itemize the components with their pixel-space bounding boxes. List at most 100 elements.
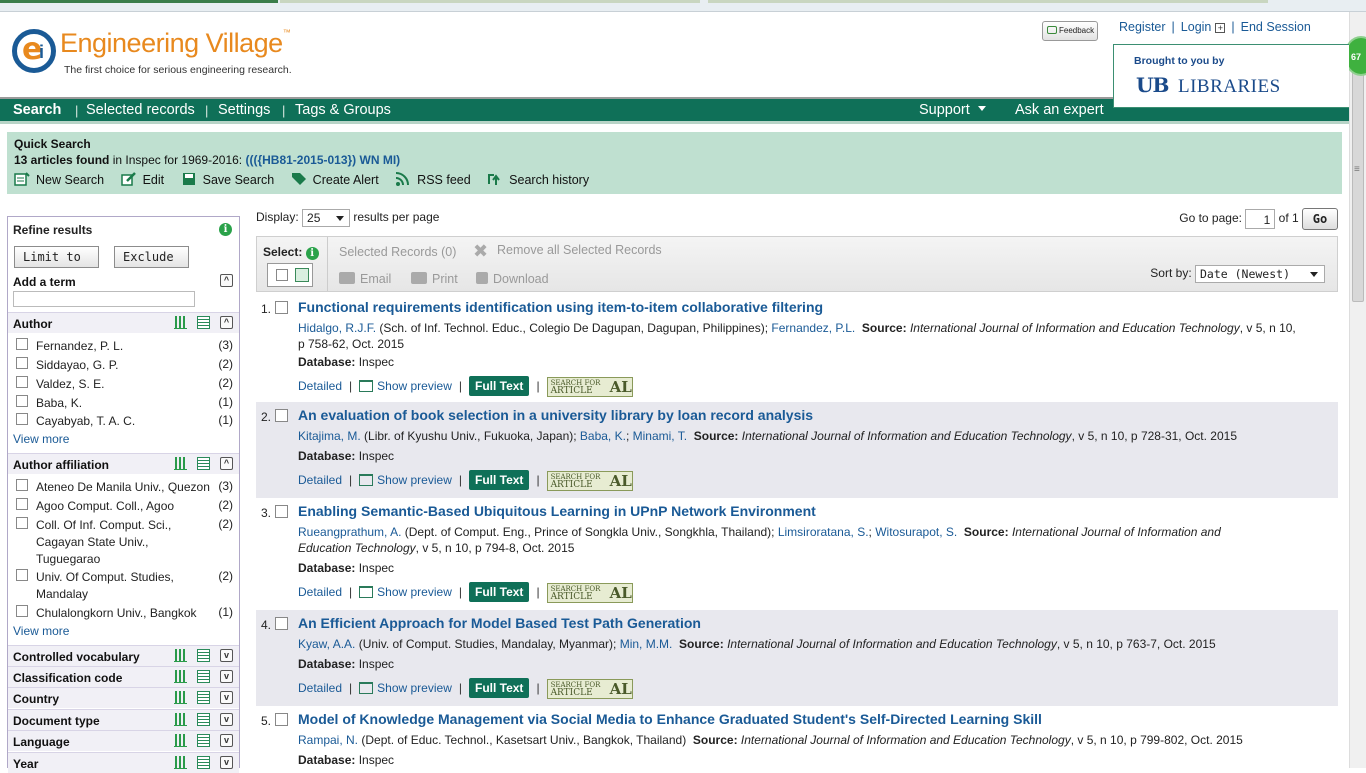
bar-chart-icon[interactable] — [174, 316, 187, 329]
facet-checkbox[interactable] — [16, 376, 28, 388]
bar-chart-icon[interactable] — [174, 734, 187, 747]
detailed-link[interactable]: Detailed — [298, 681, 342, 695]
remove-all-button[interactable]: ✖ Remove all Selected Records — [473, 242, 662, 261]
selected-records-count[interactable]: Selected Records (0) — [339, 245, 456, 259]
author-facet-header[interactable]: Author ^ — [8, 312, 239, 333]
detailed-link[interactable]: Detailed — [298, 379, 342, 393]
search-for-article-button[interactable]: SEARCH FOR ARTICLE AL — [546, 582, 633, 603]
show-preview-link[interactable]: Show preview — [359, 473, 452, 487]
facet-checkbox[interactable] — [16, 338, 28, 350]
expand-icon[interactable]: v — [220, 756, 233, 769]
table-export-icon[interactable] — [197, 713, 210, 726]
print-button[interactable]: Print — [411, 272, 458, 286]
search-for-article-button[interactable]: SEARCH FOR ARTICLE AL — [546, 678, 633, 699]
author-link[interactable]: Minami, T. — [633, 429, 687, 443]
register-link[interactable]: Register — [1119, 20, 1166, 34]
exclude-button[interactable]: Exclude — [114, 246, 189, 268]
facet-checkbox[interactable] — [16, 395, 28, 407]
record-checkbox[interactable] — [275, 713, 288, 726]
search-query-link[interactable]: ((({HB81-2015-013}) WN MI) — [245, 153, 400, 167]
download-button[interactable]: Download — [476, 272, 549, 286]
login-expand-icon[interactable]: + — [1215, 23, 1226, 33]
full-text-button[interactable]: Full Text — [468, 582, 530, 602]
facet-checkbox[interactable] — [16, 357, 28, 369]
add-term-input[interactable] — [13, 291, 195, 307]
collapse-icon[interactable]: ^ — [220, 457, 233, 470]
search-for-article-button[interactable]: SEARCH FOR ARTICLE AL — [546, 470, 633, 491]
expand-icon[interactable]: v — [220, 713, 233, 726]
bar-chart-icon[interactable] — [174, 649, 187, 662]
create-alert-button[interactable]: Create Alert — [291, 172, 379, 187]
author-view-more-link[interactable]: View more — [13, 432, 69, 446]
results-per-page-select[interactable]: 25 — [302, 209, 351, 227]
expand-icon[interactable]: v — [220, 649, 233, 662]
author-link[interactable]: Limsiroratana, S. — [778, 525, 869, 539]
record-title-link[interactable]: An evaluation of book selection in a uni… — [298, 407, 813, 423]
nav-support[interactable]: Support — [919, 102, 986, 118]
full-text-button[interactable]: Full Text — [468, 678, 530, 698]
record-checkbox[interactable] — [275, 409, 288, 422]
affiliation-view-more-link[interactable]: View more — [13, 624, 69, 638]
table-export-icon[interactable] — [197, 670, 210, 683]
table-export-icon[interactable] — [197, 734, 210, 747]
year-facet-header[interactable]: Year v — [8, 752, 239, 773]
controlled-vocabulary-facet-header[interactable]: Controlled vocabulary v — [8, 645, 239, 666]
record-checkbox[interactable] — [275, 505, 288, 518]
select-all-checkbox[interactable] — [276, 269, 288, 281]
nav-search[interactable]: Search — [13, 102, 61, 118]
author-link[interactable]: Min, M.M. — [620, 637, 673, 651]
facet-checkbox[interactable] — [16, 413, 28, 425]
table-export-icon[interactable] — [197, 691, 210, 704]
facet-checkbox[interactable] — [16, 479, 28, 491]
new-search-button[interactable]: New Search — [14, 172, 104, 187]
full-text-button[interactable]: Full Text — [468, 470, 530, 490]
show-preview-link[interactable]: Show preview — [359, 585, 452, 599]
search-history-button[interactable]: Search history — [487, 172, 589, 187]
facet-checkbox[interactable] — [16, 605, 28, 617]
chevron-down-icon[interactable] — [295, 268, 309, 282]
limit-to-button[interactable]: Limit to — [14, 246, 99, 268]
ei-logo-icon[interactable]: ei — [12, 29, 56, 73]
facet-checkbox[interactable] — [16, 517, 28, 529]
nav-tags-groups[interactable]: Tags & Groups — [295, 102, 391, 118]
author-link[interactable]: Witosurapot, S. — [875, 525, 957, 539]
end-session-link[interactable]: End Session — [1241, 20, 1311, 34]
bar-chart-icon[interactable] — [174, 670, 187, 683]
collapse-icon[interactable]: ^ — [220, 316, 233, 329]
table-export-icon[interactable] — [197, 756, 210, 769]
table-export-icon[interactable] — [197, 316, 210, 329]
full-text-button[interactable]: Full Text — [468, 376, 530, 396]
sort-select[interactable]: Date (Newest) — [1195, 265, 1325, 283]
select-all-control[interactable] — [267, 263, 313, 287]
author-link[interactable]: Baba, K. — [580, 429, 626, 443]
nav-ask-expert[interactable]: Ask an expert — [1015, 102, 1104, 118]
info-icon[interactable]: i — [219, 223, 232, 236]
page-number-input[interactable]: 1 — [1245, 209, 1276, 229]
page-scrollbar[interactable]: ≡ — [1349, 12, 1366, 768]
bar-chart-icon[interactable] — [174, 713, 187, 726]
detailed-link[interactable]: Detailed — [298, 473, 342, 487]
site-logo[interactable]: Engineering Village™ — [60, 28, 291, 59]
nav-settings[interactable]: Settings — [218, 102, 270, 118]
expand-icon[interactable]: v — [220, 691, 233, 704]
document-type-facet-header[interactable]: Document type v — [8, 709, 239, 730]
nav-selected-records[interactable]: Selected records — [86, 102, 195, 118]
author-link[interactable]: Rampai, N. — [298, 733, 358, 747]
record-title-link[interactable]: Functional requirements identification u… — [298, 299, 823, 315]
expand-icon[interactable]: v — [220, 670, 233, 683]
language-facet-header[interactable]: Language v — [8, 730, 239, 751]
email-button[interactable]: Email — [339, 272, 391, 286]
record-checkbox[interactable] — [275, 617, 288, 630]
save-search-button[interactable]: Save Search — [181, 172, 274, 187]
classification-code-facet-header[interactable]: Classification code v — [8, 666, 239, 687]
record-title-link[interactable]: Enabling Semantic-Based Ubiquitous Learn… — [298, 503, 816, 519]
bar-chart-icon[interactable] — [174, 756, 187, 769]
author-link[interactable]: Hidalgo, R.J.F. — [298, 321, 376, 335]
author-link[interactable]: Kyaw, A.A. — [298, 637, 355, 651]
record-title-link[interactable]: An Efficient Approach for Model Based Te… — [298, 615, 701, 631]
show-preview-link[interactable]: Show preview — [359, 681, 452, 695]
feedback-button[interactable]: Feedback — [1042, 21, 1098, 41]
search-for-article-button[interactable]: SEARCH FOR ARTICLE AL — [546, 376, 633, 397]
go-button[interactable]: Go — [1302, 208, 1338, 230]
record-checkbox[interactable] — [275, 301, 288, 314]
